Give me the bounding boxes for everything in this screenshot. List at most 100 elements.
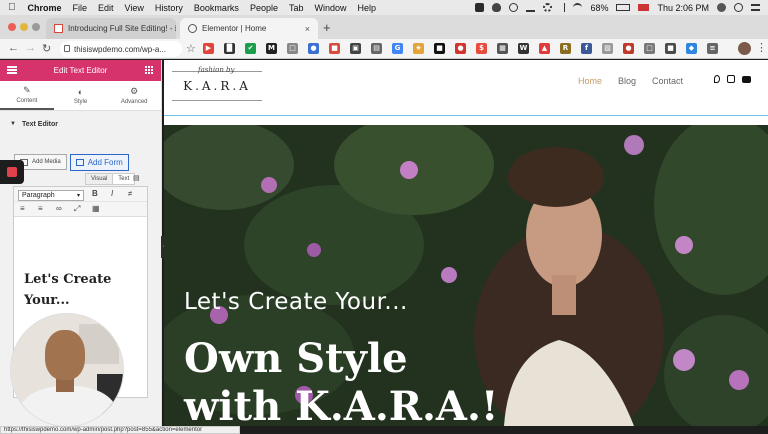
hamburger-icon[interactable] — [7, 66, 17, 74]
back-icon[interactable]: ← — [8, 42, 19, 54]
ext-12-icon[interactable]: ■ — [434, 43, 445, 54]
add-form-button[interactable]: Add Form — [69, 154, 129, 171]
kitchen-sink-icon[interactable]: ▦ — [92, 204, 100, 213]
ext-1-icon[interactable]: ▶ — [203, 43, 214, 54]
ext-17-icon[interactable]: ▲ — [539, 43, 550, 54]
search-icon[interactable] — [734, 3, 743, 12]
wifi-icon[interactable] — [573, 3, 583, 12]
ext-24-icon[interactable]: ◆ — [686, 43, 697, 54]
ext-15-icon[interactable]: ▦ — [497, 43, 508, 54]
section-edit-outline — [164, 115, 768, 116]
window-zoom-icon[interactable] — [32, 23, 40, 31]
ext-23-icon[interactable]: ■ — [665, 43, 676, 54]
pinterest-icon[interactable] — [714, 75, 720, 83]
ext-2-icon[interactable]: █ — [224, 43, 235, 54]
fullscreen-icon[interactable]: ⤢ — [74, 204, 80, 214]
tab-gmail-title: Introducing Full Site Editing! - ℹ — [68, 24, 176, 33]
youtube-icon[interactable] — [742, 76, 751, 83]
forward-icon[interactable]: → — [25, 42, 36, 54]
browser-menu-icon[interactable]: ⋮ — [756, 41, 767, 54]
tab-advanced[interactable]: ⚙ Advanced — [107, 81, 161, 110]
italic-icon[interactable]: I — [111, 189, 113, 198]
menu-window[interactable]: Window — [314, 3, 346, 13]
menu-file[interactable]: File — [73, 3, 88, 13]
shield-icon[interactable] — [492, 3, 502, 12]
editor-content[interactable]: Let's Create Your... — [24, 269, 111, 311]
user-icon[interactable] — [717, 3, 726, 12]
menu-app-name[interactable]: Chrome — [28, 3, 62, 13]
tab-style[interactable]: ◐ Style — [54, 81, 108, 110]
address-bar[interactable]: thisiswpdemo.com/wp-a... — [60, 41, 182, 57]
toolbar-toggle-icon[interactable]: ▤ — [133, 174, 140, 182]
battery-icon[interactable] — [616, 4, 631, 11]
tab-elementor[interactable]: Elementor | Home × — [180, 18, 318, 39]
ext-22-icon[interactable]: □ — [644, 43, 655, 54]
ext-16-icon[interactable]: W — [518, 43, 529, 54]
link-icon[interactable]: ∞ — [56, 204, 62, 213]
window-minimize-icon[interactable] — [20, 23, 28, 31]
ext-9-icon[interactable]: ▤ — [371, 43, 382, 54]
ext-6-icon[interactable]: ● — [308, 43, 319, 54]
menu-people[interactable]: People — [250, 3, 278, 13]
menu-view[interactable]: View — [125, 3, 144, 13]
nav-blog[interactable]: Blog — [618, 76, 636, 86]
upload-icon[interactable] — [526, 3, 536, 12]
record-stop-button[interactable] — [0, 160, 24, 184]
menubar-clock[interactable]: Thu 2:06 PM — [657, 3, 709, 13]
location-icon[interactable] — [509, 3, 519, 12]
instagram-icon[interactable] — [727, 75, 735, 83]
ext-11-icon[interactable]: ★ — [413, 43, 424, 54]
numbered-list-icon[interactable]: ≡ — [38, 204, 43, 213]
menu-history[interactable]: History — [155, 3, 183, 13]
ext-4-icon[interactable]: M — [266, 43, 277, 54]
new-tab-icon[interactable]: + — [323, 20, 331, 35]
bold-icon[interactable]: B — [92, 189, 98, 198]
ext-13-icon[interactable]: ● — [455, 43, 466, 54]
menu-edit[interactable]: Edit — [98, 3, 114, 13]
tab-gmail[interactable]: Introducing Full Site Editing! - ℹ × — [46, 18, 176, 39]
tab-text[interactable]: Text — [112, 173, 136, 185]
tab-visual[interactable]: Visual — [85, 173, 114, 185]
nav-contact[interactable]: Contact — [652, 76, 683, 86]
ext-5-icon[interactable]: □ — [287, 43, 298, 54]
menu-bookmarks[interactable]: Bookmarks — [194, 3, 239, 13]
menu-extras: 68% Thu 2:06 PM — [475, 0, 760, 15]
nav-home[interactable]: Home — [578, 76, 602, 86]
apple-icon[interactable]:  — [8, 2, 16, 13]
ext-21-icon[interactable]: ● — [623, 43, 634, 54]
hero-title-line-1: Own Style — [184, 335, 408, 382]
format-select[interactable]: Paragraph ▾ — [18, 190, 84, 201]
menu-tab[interactable]: Tab — [289, 3, 304, 13]
menu-help[interactable]: Help — [358, 3, 377, 13]
bluetooth-icon[interactable] — [560, 3, 566, 12]
ext-10-icon[interactable]: G — [392, 43, 403, 54]
hero-section[interactable]: Let's Create Your... Own Style with K.A.… — [164, 125, 768, 426]
dropbox-icon[interactable] — [475, 3, 485, 12]
section-text-editor[interactable]: ▼ Text Editor — [0, 115, 161, 133]
hero-subtitle[interactable]: Let's Create Your... — [184, 289, 408, 315]
control-center-icon[interactable] — [751, 4, 760, 11]
ext-20-icon[interactable]: ▧ — [602, 43, 613, 54]
gear-icon[interactable] — [543, 3, 553, 12]
window-close-icon[interactable] — [8, 23, 16, 31]
strikethrough-icon[interactable]: ≠ — [128, 189, 132, 198]
profile-avatar[interactable] — [738, 42, 751, 55]
site-logo[interactable]: fashion by K.A.R.A — [172, 66, 262, 104]
ext-18-icon[interactable]: R — [560, 43, 571, 54]
ext-25-icon[interactable]: ≡ — [707, 43, 718, 54]
ext-8-icon[interactable]: ▣ — [350, 43, 361, 54]
bookmark-star-icon[interactable]: ☆ — [186, 42, 196, 55]
ext-14-icon[interactable]: $ — [476, 43, 487, 54]
reload-icon[interactable]: ↻ — [42, 42, 51, 55]
battery-percent[interactable]: 68% — [590, 3, 608, 13]
bullet-list-icon[interactable]: ≡ — [20, 204, 25, 213]
tab-content[interactable]: ✎ Content — [0, 81, 54, 110]
widgets-grid-icon[interactable] — [145, 66, 153, 74]
ext-3-icon[interactable]: ✔ — [245, 43, 256, 54]
ext-7-icon[interactable]: ■ — [329, 43, 340, 54]
ext-19-icon[interactable]: f — [581, 43, 592, 54]
pencil-icon: ✎ — [23, 85, 31, 95]
flag-icon[interactable] — [638, 4, 650, 11]
hero-title[interactable]: Own Style with K.A.R.A.! — [184, 335, 498, 426]
tab-close-icon[interactable]: × — [299, 24, 310, 34]
